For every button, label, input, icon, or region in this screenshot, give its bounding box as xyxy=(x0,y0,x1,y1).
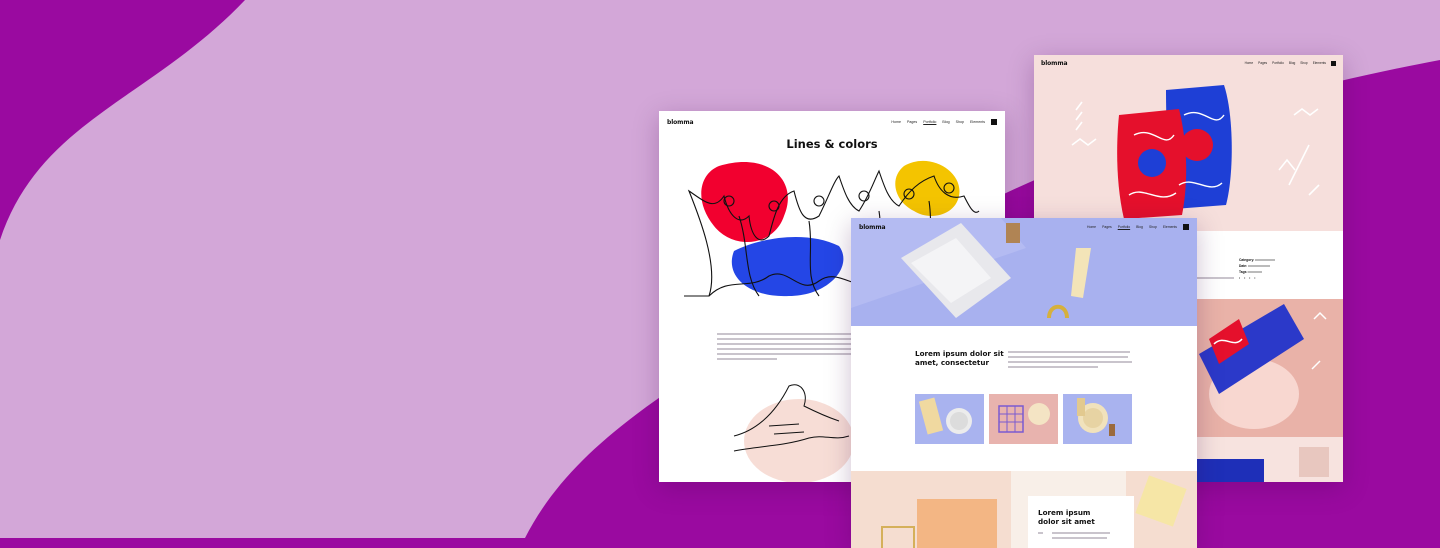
feature-card-heading: Lorem ipsum dolor sit amet xyxy=(1038,508,1095,526)
section-heading: Lorem ipsum dolor sit amet, consectetur xyxy=(915,349,1004,367)
nav-pages[interactable]: Pages xyxy=(907,120,917,124)
site-header: blomma Home Pages Portfolio Blog Shop El… xyxy=(1034,55,1343,71)
site-logo[interactable]: blomma xyxy=(1041,60,1068,67)
menu-icon[interactable] xyxy=(991,119,997,125)
site-header: blomma Home Pages Portfolio Blog Shop El… xyxy=(851,218,1197,236)
date-label: Date: xyxy=(1239,264,1248,268)
site-nav: Home Pages Portfolio Blog Shop Elements xyxy=(891,119,997,125)
gallery-thumb-2[interactable] xyxy=(989,394,1058,444)
site-logo[interactable]: blomma xyxy=(667,119,694,126)
nav-portfolio[interactable]: Portfolio xyxy=(1272,61,1284,65)
hands-illustration xyxy=(733,384,854,482)
site-nav: Home Pages Portfolio Blog Shop Elements xyxy=(1087,224,1189,230)
project-meta: Category: Date: Tags: • • • • xyxy=(1239,257,1276,281)
menu-icon[interactable] xyxy=(1183,224,1189,230)
nav-portfolio[interactable]: Portfolio xyxy=(923,120,936,124)
nav-blog[interactable]: Blog xyxy=(1289,61,1295,65)
page-title: Lines & colors xyxy=(786,137,878,151)
template-preview-minimal[interactable]: blomma Home Pages Portfolio Blog Shop El… xyxy=(851,218,1197,548)
nav-blog[interactable]: Blog xyxy=(1136,225,1143,229)
nav-shop[interactable]: Shop xyxy=(956,120,964,124)
nav-pages[interactable]: Pages xyxy=(1102,225,1112,229)
gallery-thumb-1[interactable] xyxy=(915,394,984,444)
nav-home[interactable]: Home xyxy=(1245,61,1254,65)
product-packs-image xyxy=(1071,85,1320,219)
nav-elements[interactable]: Elements xyxy=(1163,225,1177,229)
category-label: Category: xyxy=(1239,258,1255,262)
nav-portfolio[interactable]: Portfolio xyxy=(1118,225,1130,229)
nav-pages[interactable]: Pages xyxy=(1258,61,1267,65)
feature-card: Lorem ipsum dolor sit amet xyxy=(1028,496,1134,548)
site-header: blomma Home Pages Portfolio Blog Shop El… xyxy=(659,111,1005,133)
social-icons[interactable]: • • • • xyxy=(1239,275,1275,281)
nav-blog[interactable]: Blog xyxy=(942,120,949,124)
nav-elements[interactable]: Elements xyxy=(970,120,985,124)
menu-icon[interactable] xyxy=(1331,60,1336,66)
nav-shop[interactable]: Shop xyxy=(1300,61,1307,65)
nav-home[interactable]: Home xyxy=(891,120,901,124)
site-logo[interactable]: blomma xyxy=(859,224,886,231)
nav-shop[interactable]: Shop xyxy=(1149,225,1157,229)
nav-home[interactable]: Home xyxy=(1087,225,1096,229)
feature-section: Lorem ipsum dolor sit amet xyxy=(851,471,1197,548)
site-nav: Home Pages Portfolio Blog Shop Elements xyxy=(1245,60,1336,66)
gallery-thumb-3[interactable] xyxy=(1063,394,1132,444)
tags-label: Tags: xyxy=(1239,270,1248,274)
nav-elements[interactable]: Elements xyxy=(1313,61,1326,65)
